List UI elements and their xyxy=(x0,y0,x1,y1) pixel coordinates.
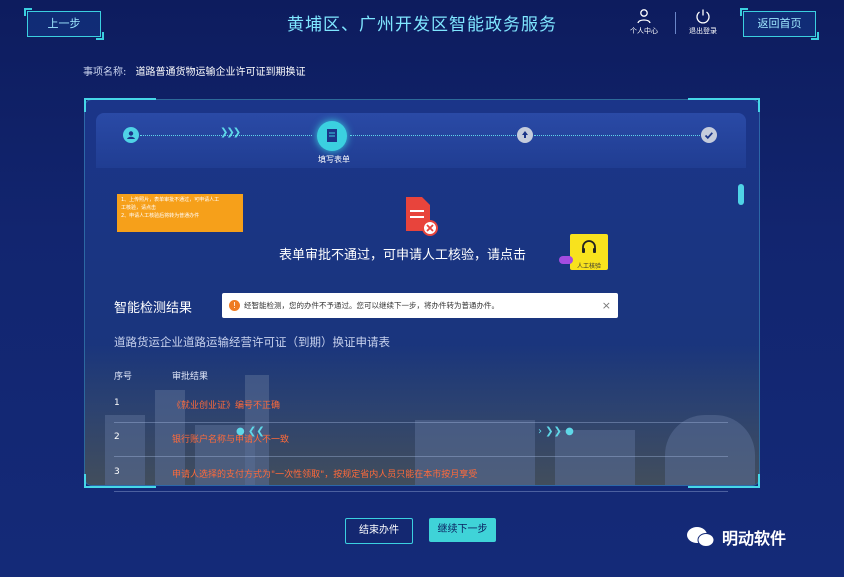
row-index: 3 xyxy=(114,467,120,477)
check-icon xyxy=(704,132,713,140)
scrollbar-thumb[interactable] xyxy=(738,184,744,205)
row-index: 2 xyxy=(114,432,120,442)
frame-corner xyxy=(688,474,760,488)
row-result: 申请人选择的支付方式为"一次性领取"，按规定省内人员只能在本市按月享受 xyxy=(172,470,478,480)
progress-arrows-icon: ❯❯❯ xyxy=(220,127,241,138)
item-name-row: 事项名称: 道路普通货物运输企业许可证到期换证 xyxy=(83,63,306,78)
step-connector xyxy=(350,135,518,137)
document-rejected-icon xyxy=(404,197,440,241)
row-result: 《就业创业证》编号不正确 xyxy=(172,401,281,411)
power-icon xyxy=(696,9,710,24)
hand-pointer-icon xyxy=(559,256,573,264)
table-divider xyxy=(114,456,728,457)
step-2-label: 填写表单 xyxy=(318,155,350,164)
close-icon[interactable]: × xyxy=(602,293,611,318)
headset-icon xyxy=(582,240,596,253)
col-header-index: 序号 xyxy=(114,372,133,382)
step-2-active xyxy=(317,121,347,151)
table-divider xyxy=(114,422,728,423)
step-4 xyxy=(701,127,717,143)
logout-button[interactable]: 退出登录 xyxy=(683,8,723,36)
home-button[interactable]: 返回首页 xyxy=(740,8,819,40)
step-connector xyxy=(534,135,700,137)
manual-review-label: 人工核验 xyxy=(576,263,601,270)
step-1 xyxy=(123,127,139,143)
brand-watermark: 明动软件 xyxy=(722,529,787,548)
detection-notice: ! 经智能检测，您的办件不予通过。您可以继续下一步，将办件转为普通办件。 × xyxy=(222,293,618,318)
city-background xyxy=(85,345,759,485)
frame-corner xyxy=(688,98,760,112)
logout-label: 退出登录 xyxy=(689,27,717,35)
frame-corner xyxy=(84,98,156,112)
item-name-label: 事项名称: xyxy=(83,67,127,78)
user-icon xyxy=(127,131,135,139)
warning-icon: ! xyxy=(229,300,240,311)
manual-review-button[interactable]: 人工核验 xyxy=(570,234,608,270)
table-divider xyxy=(114,491,728,492)
tip-line: 2、申请人工核验后将转为普通办件 xyxy=(121,213,200,219)
end-case-button[interactable]: 结束办件 xyxy=(345,518,413,544)
review-fail-message: 表单审批不通过，可申请人工核验，请点击 xyxy=(279,248,527,263)
detection-notice-text: 经智能检测，您的办件不予通过。您可以继续下一步，将办件转为普通办件。 xyxy=(244,301,499,310)
tip-line: 工核验，请点击 xyxy=(121,205,157,211)
continue-next-button[interactable]: 继续下一步 xyxy=(429,518,496,542)
form-name: 道路货运企业道路运输经营许可证（到期）换证申请表 xyxy=(114,335,390,349)
frame-corner xyxy=(84,474,156,488)
wechat-icon xyxy=(686,526,716,548)
profile-label: 个人中心 xyxy=(630,27,658,35)
form-edit-icon xyxy=(327,129,337,142)
col-header-result: 审批结果 xyxy=(172,372,209,382)
upload-icon xyxy=(522,131,528,138)
step-progress-bar xyxy=(96,113,746,168)
user-icon xyxy=(637,9,651,24)
profile-button[interactable]: 个人中心 xyxy=(624,8,664,36)
row-result: 银行账户名称与申请人不一致 xyxy=(172,435,290,445)
header-divider xyxy=(675,12,676,34)
detection-title: 智能检测结果 xyxy=(114,301,193,316)
tip-line: 1、上传照片，表单审批不通过，可申请人工 xyxy=(121,197,220,203)
tip-note: 1、上传照片，表单审批不通过，可申请人工 工核验，请点击 2、申请人工核验后将转… xyxy=(117,194,243,232)
item-name-value: 道路普通货物运输企业许可证到期换证 xyxy=(135,67,306,78)
row-index: 1 xyxy=(114,398,120,408)
step-3 xyxy=(517,127,533,143)
chevron-right-icon: › ❯❯ ● xyxy=(538,426,574,437)
chevron-left-icon: ● ❮❮ xyxy=(236,426,265,437)
